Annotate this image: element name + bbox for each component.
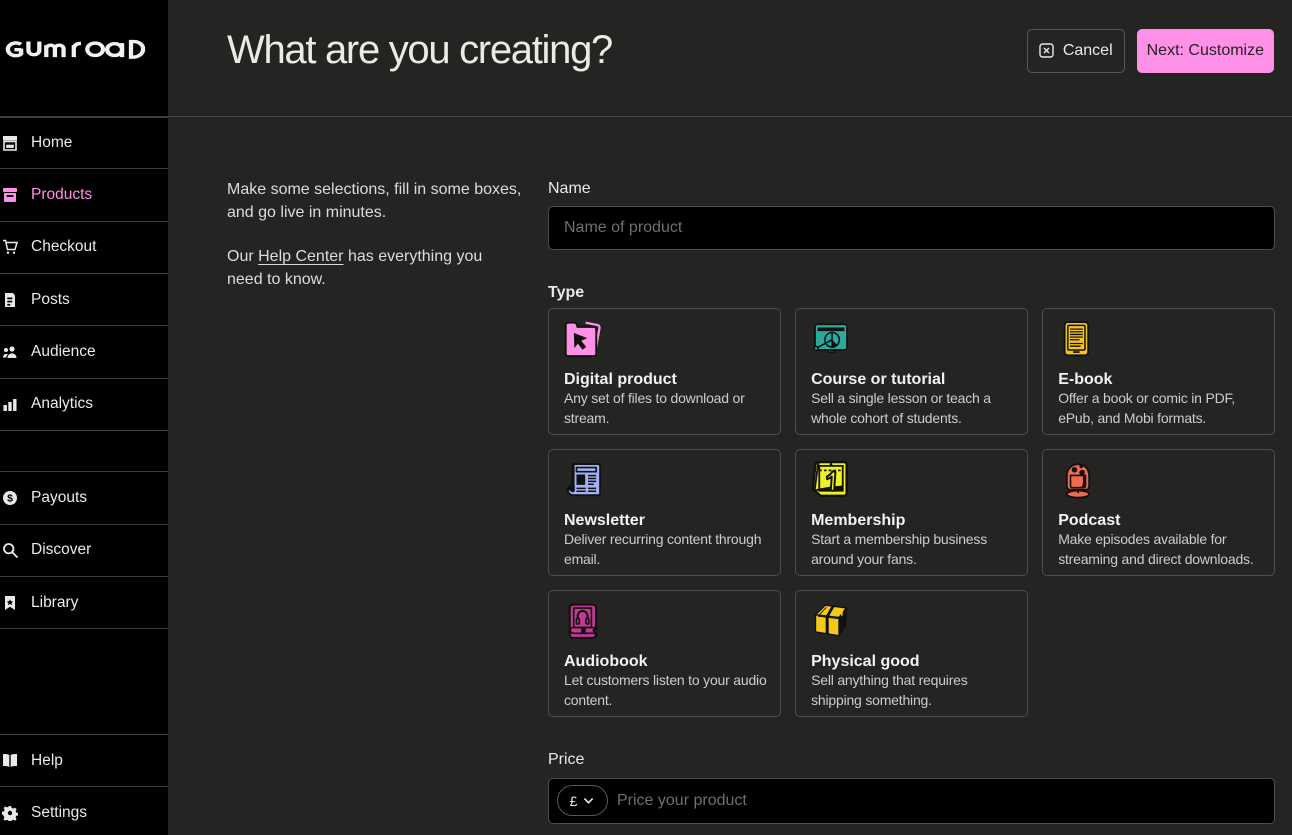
svg-text:$: $ xyxy=(7,493,13,505)
